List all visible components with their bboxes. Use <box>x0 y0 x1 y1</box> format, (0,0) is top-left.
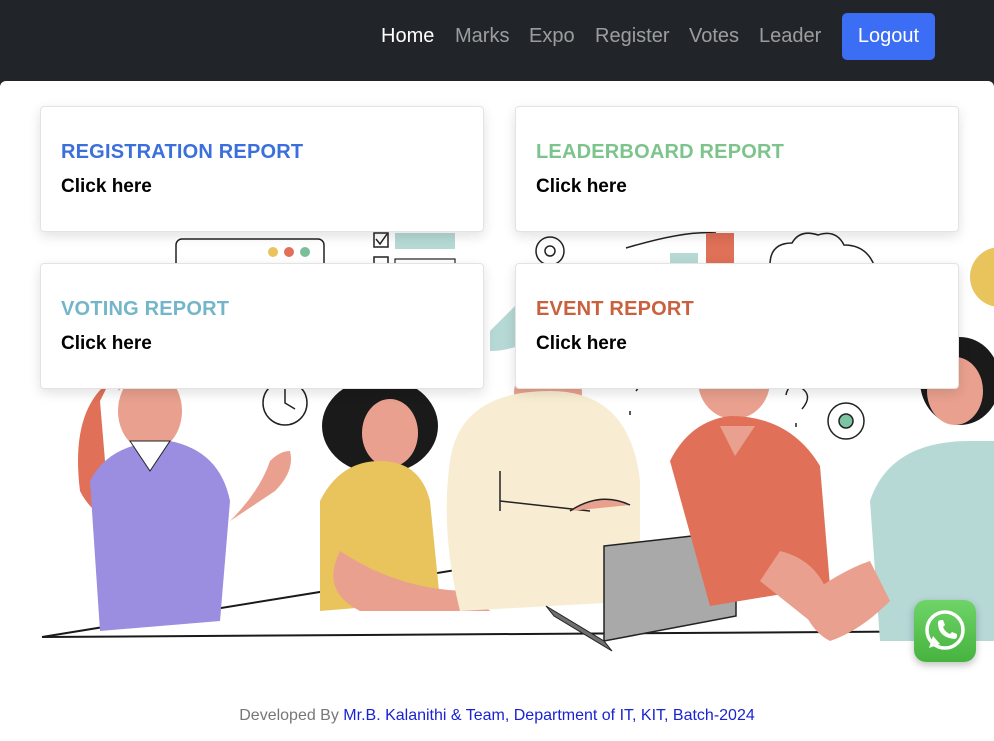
registration-report-link[interactable]: Click here <box>61 176 463 198</box>
nav-votes[interactable]: Votes <box>689 24 739 48</box>
nav-leader[interactable]: Leader <box>759 24 821 48</box>
voting-report-card: VOTING REPORT Click here <box>40 263 484 389</box>
card-title: EVENT REPORT <box>536 298 694 320</box>
voting-report-link[interactable]: Click here <box>61 333 463 355</box>
event-report-link[interactable]: Click here <box>536 333 938 355</box>
whatsapp-icon <box>925 610 965 650</box>
leaderboard-report-link[interactable]: Click here <box>536 176 938 198</box>
registration-report-card: REGISTRATION REPORT Click here <box>40 106 484 232</box>
nav-expo[interactable]: Expo <box>529 24 575 48</box>
top-navbar: Home Marks Expo Register Votes Leader Lo… <box>0 0 994 81</box>
whatsapp-chat-button[interactable] <box>914 600 976 662</box>
footer-credit-link[interactable]: Mr.B. Kalanithi & Team, Department of IT… <box>343 707 754 724</box>
event-report-card: EVENT REPORT Click here <box>515 263 959 389</box>
footer: Developed By Mr.B. Kalanithi & Team, Dep… <box>0 705 994 727</box>
nav-register[interactable]: Register <box>595 24 669 48</box>
footer-prefix: Developed By <box>239 707 344 724</box>
card-title: VOTING REPORT <box>61 298 230 320</box>
nav-marks[interactable]: Marks <box>455 24 509 48</box>
logout-button[interactable]: Logout <box>842 13 935 60</box>
main-content: REGISTRATION REPORT Click here LEADERBOA… <box>0 81 994 741</box>
card-title: REGISTRATION REPORT <box>61 141 304 163</box>
leaderboard-report-card: LEADERBOARD REPORT Click here <box>515 106 959 232</box>
nav-home[interactable]: Home <box>381 24 434 48</box>
card-title: LEADERBOARD REPORT <box>536 141 785 163</box>
